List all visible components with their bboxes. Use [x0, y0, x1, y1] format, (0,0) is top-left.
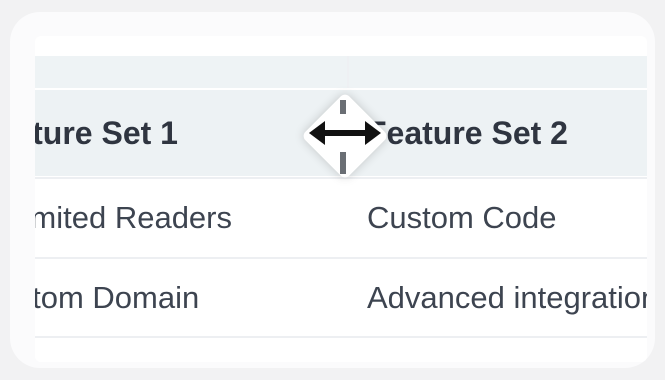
header-feature-set-1[interactable]: Feature Set 1	[35, 90, 347, 176]
header-feature-set-2[interactable]: Feature Set 2	[349, 90, 647, 176]
table-cell: Unlimited Readers	[35, 200, 232, 235]
table-row: Unlimited Readers Custom Code	[35, 177, 647, 257]
table-viewport: Feature Set 1 Feature Set 2 Unlimited Re…	[35, 36, 647, 362]
table-top-bar	[35, 56, 647, 88]
column-resize-handle[interactable]	[301, 92, 389, 180]
table-cell: Advanced integrations	[367, 280, 647, 315]
column-resize-icon	[309, 100, 381, 174]
column-divider-top	[347, 56, 349, 88]
table-cell: Custom Domain	[35, 280, 200, 315]
table-row: Custom Domain Advanced integrations	[35, 257, 647, 337]
table-cell: Custom Code	[367, 200, 557, 235]
table-row-partial	[35, 336, 647, 362]
